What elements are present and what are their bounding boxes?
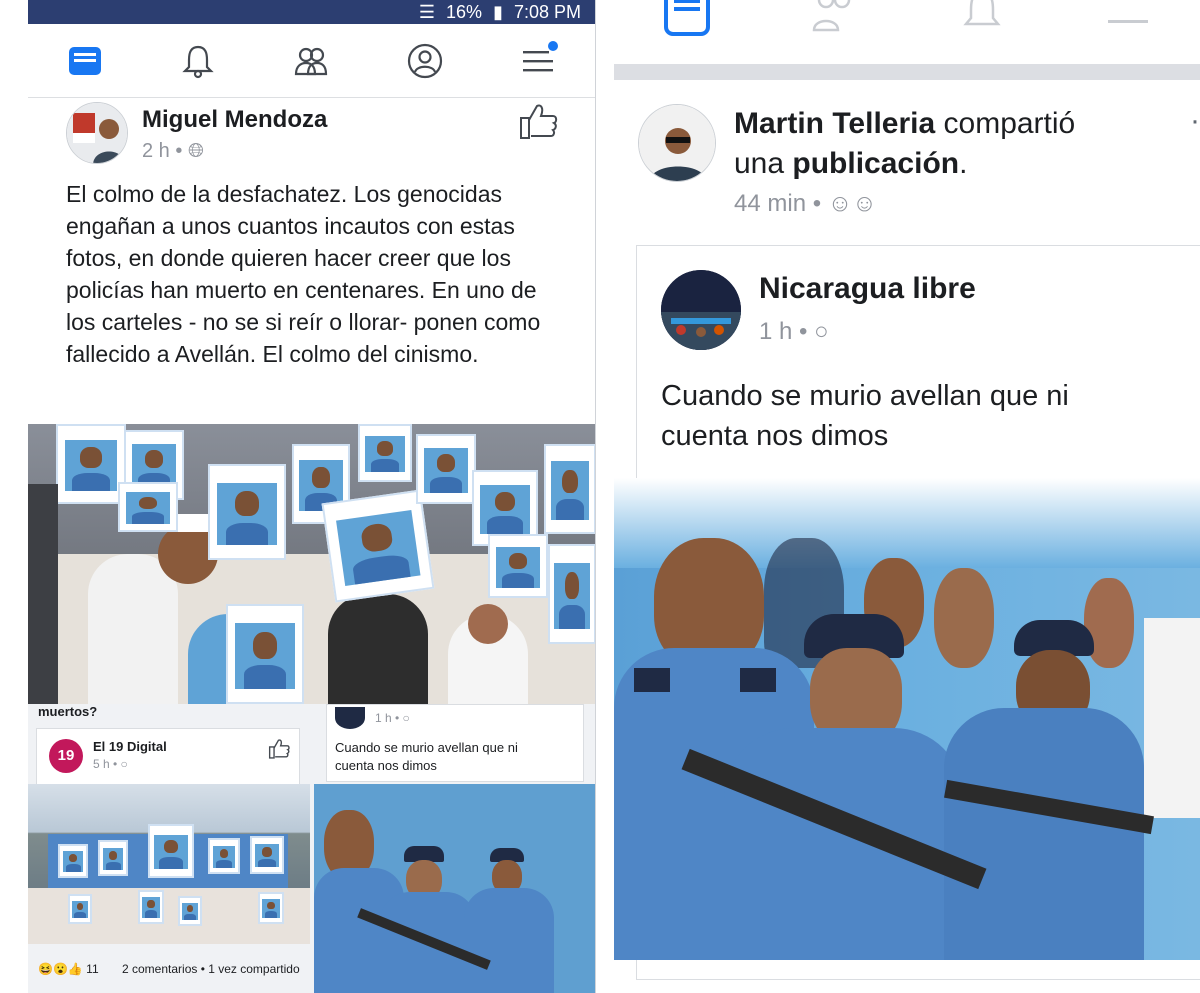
share-line2-bold[interactable]: publicación xyxy=(792,147,959,180)
friends-icon[interactable] xyxy=(808,0,862,45)
police-photo[interactable] xyxy=(614,478,1200,960)
news-feed-icon[interactable] xyxy=(662,0,712,45)
police-thumbnail[interactable] xyxy=(314,784,595,993)
share-line2-post: . xyxy=(959,147,968,180)
left-screenshot: ☰ 16% ▮ 7:08 PM Miguel Mendoza 2 h • 🌐︎ xyxy=(28,0,596,993)
menu-icon[interactable] xyxy=(516,39,560,83)
crowd-thumbnail[interactable] xyxy=(28,784,310,944)
mini-avatar[interactable] xyxy=(335,707,365,729)
bell-icon[interactable] xyxy=(958,0,1006,45)
like-icon[interactable] xyxy=(517,100,559,145)
mini-text: Cuando se murio avellan que ni cuenta no… xyxy=(335,740,518,773)
inner-author[interactable]: Nicaragua libre xyxy=(759,272,976,306)
share-verb: compartió xyxy=(943,107,1076,140)
clock: 7:08 PM xyxy=(513,2,581,22)
friends-audience-icon: ☺☺ xyxy=(827,190,877,217)
mini-time: 1 h • ○ xyxy=(375,711,410,725)
cut-text: muertos? xyxy=(38,704,98,719)
battery-level: 16% xyxy=(445,2,483,22)
share-time: 44 min • ☺☺ xyxy=(734,190,877,217)
post-text: El colmo de la desfachatez. Los genocida… xyxy=(66,181,541,367)
avatar[interactable] xyxy=(66,102,128,164)
author-name[interactable]: Miguel Mendoza xyxy=(142,106,327,134)
reaction-icons: 😆😮👍 xyxy=(38,962,83,976)
news-feed-icon[interactable] xyxy=(63,39,107,83)
nicaragua-card: 1 h • ○ Cuando se murio avellan que ni c… xyxy=(326,704,584,782)
divider xyxy=(614,64,1200,80)
el19-card: 19 El 19 Digital 5 h • ○ xyxy=(36,728,300,786)
friends-icon[interactable] xyxy=(289,39,333,83)
top-nav xyxy=(28,24,595,98)
el19-avatar[interactable]: 19 xyxy=(49,739,83,773)
status-bar: ☰ 16% ▮ 7:08 PM xyxy=(28,0,595,24)
reaction-bar[interactable]: 😆😮👍 11 xyxy=(38,962,99,976)
post-stats[interactable]: 2 comentarios • 1 vez compartido xyxy=(122,962,300,976)
share-avatar[interactable] xyxy=(638,104,716,182)
inner-text: Cuando se murio avellan que ni cuenta no… xyxy=(661,380,1069,452)
post-photo[interactable] xyxy=(28,424,595,704)
inner-time: 1 h • ○ xyxy=(759,318,829,345)
bell-icon[interactable] xyxy=(176,39,220,83)
menu-icon[interactable] xyxy=(1102,0,1152,45)
share-headline: Martin Telleria compartió una publicació… xyxy=(734,104,1174,184)
right-screenshot: Martin Telleria compartió una publicació… xyxy=(614,0,1200,993)
more-options-icon[interactable]: · xyxy=(1190,104,1200,138)
embedded-collage: muertos? 19 El 19 Digital 5 h • ○ 1 h • … xyxy=(28,704,595,993)
el19-name[interactable]: El 19 Digital xyxy=(93,739,167,754)
profile-icon[interactable] xyxy=(403,39,447,83)
battery-icon: ▮ xyxy=(493,2,503,22)
sharer-name[interactable]: Martin Telleria xyxy=(734,107,935,140)
top-nav xyxy=(614,0,1200,64)
post-header: Miguel Mendoza 2 h • 🌐︎ xyxy=(28,98,595,164)
notification-dot xyxy=(548,40,559,51)
inner-avatar[interactable] xyxy=(661,270,741,350)
globe-icon: ○ xyxy=(814,318,829,345)
el19-like-icon[interactable] xyxy=(267,737,291,764)
el19-time: 5 h • ○ xyxy=(93,757,128,771)
wifi-icon: ☰ xyxy=(418,2,435,22)
globe-icon: 🌐︎ xyxy=(187,140,204,162)
share-line2-pre: una xyxy=(734,147,785,180)
reaction-count: 11 xyxy=(86,962,99,976)
post-time: 2 h • 🌐︎ xyxy=(142,140,204,162)
